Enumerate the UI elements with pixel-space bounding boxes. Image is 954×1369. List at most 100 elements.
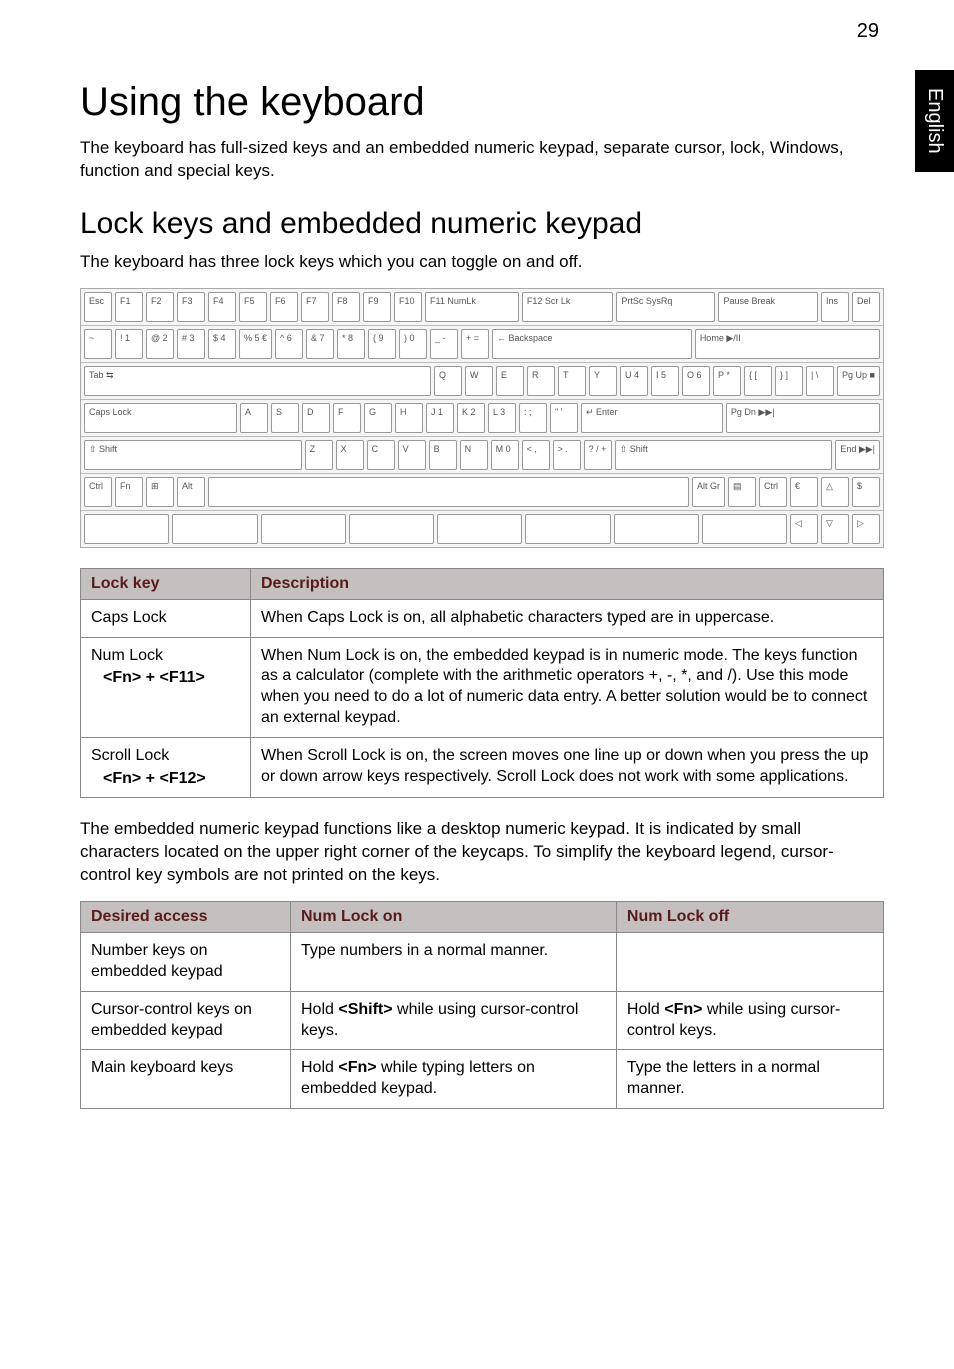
keyboard-key xyxy=(172,514,257,544)
keyboard-key: Ins xyxy=(821,292,849,322)
keyboard-key: PrtSc SysRq xyxy=(616,292,715,322)
keyboard-key: P * xyxy=(713,366,741,396)
keyboard-key: ) 0 xyxy=(399,329,427,359)
table-cell-key: Num Lock<Fn> + <F11> xyxy=(81,637,251,737)
keyboard-key xyxy=(437,514,522,544)
keyboard-key: F12 Scr Lk xyxy=(522,292,614,322)
table-header: Num Lock off xyxy=(616,902,883,933)
keyboard-key: A xyxy=(240,403,268,433)
keyboard-key: F1 xyxy=(115,292,143,322)
lock-keys-table: Lock key Description Caps LockWhen Caps … xyxy=(80,568,884,799)
keyboard-key: ▽ xyxy=(821,514,849,544)
keyboard-key: ↵ Enter xyxy=(581,403,723,433)
keyboard-key: F9 xyxy=(363,292,391,322)
table-cell-desc: When Scroll Lock is on, the screen moves… xyxy=(251,737,884,798)
keyboard-key: # 3 xyxy=(177,329,205,359)
keyboard-key: R xyxy=(527,366,555,396)
keyboard-key: $ xyxy=(852,477,880,507)
language-tab: English xyxy=(915,70,954,172)
keyboard-key xyxy=(208,477,689,507)
keyboard-key: + = xyxy=(461,329,489,359)
keyboard-key: ⇧ Shift xyxy=(84,440,302,470)
keyboard-key: F2 xyxy=(146,292,174,322)
page-title: Using the keyboard xyxy=(80,80,884,125)
keyboard-key xyxy=(525,514,610,544)
keyboard-key: : ; xyxy=(519,403,547,433)
keyboard-key: F7 xyxy=(301,292,329,322)
keyboard-key: E xyxy=(496,366,524,396)
keyboard-key: < , xyxy=(522,440,550,470)
table-header: Desired access xyxy=(81,902,291,933)
keyboard-key: Ctrl xyxy=(759,477,787,507)
keyboard-key xyxy=(84,514,169,544)
keyboard-key: & 7 xyxy=(306,329,334,359)
table-cell: Hold <Fn> while typing letters on embedd… xyxy=(291,1050,617,1109)
table-cell: Hold <Shift> while using cursor-control … xyxy=(291,991,617,1050)
keyboard-key: I 5 xyxy=(651,366,679,396)
keyboard-key: F8 xyxy=(332,292,360,322)
keyboard-key: H xyxy=(395,403,423,433)
table-cell xyxy=(616,933,883,992)
keyboard-key: F11 NumLk xyxy=(425,292,519,322)
keyboard-key: B xyxy=(429,440,457,470)
keyboard-key: % 5 € xyxy=(239,329,272,359)
keyboard-key: F3 xyxy=(177,292,205,322)
keyboard-key: ← Backspace xyxy=(492,329,692,359)
keyboard-key: Pause Break xyxy=(718,292,818,322)
table-cell-desc: When Num Lock is on, the embedded keypad… xyxy=(251,637,884,737)
keyboard-key: Tab ⇆ xyxy=(84,366,431,396)
keyboard-diagram: EscF1F2F3F4F5F6F7F8F9F10F11 NumLkF12 Scr… xyxy=(80,288,884,548)
keyboard-key xyxy=(614,514,699,544)
keyboard-key: Z xyxy=(305,440,333,470)
table-cell: Hold <Fn> while using cursor-control key… xyxy=(616,991,883,1050)
keyboard-key: > . xyxy=(553,440,581,470)
keyboard-key: M 0 xyxy=(491,440,519,470)
keyboard-key: ▤ xyxy=(728,477,756,507)
keyboard-key: D xyxy=(302,403,330,433)
keyboard-key: Pg Dn ▶▶| xyxy=(726,403,880,433)
table-cell: Number keys on embedded keypad xyxy=(81,933,291,992)
keyboard-key: ( 9 xyxy=(368,329,396,359)
keyboard-key: F xyxy=(333,403,361,433)
table-cell-key: Caps Lock xyxy=(81,599,251,637)
keyboard-key: T xyxy=(558,366,586,396)
keyboard-key: Esc xyxy=(84,292,112,322)
keyboard-key: Y xyxy=(589,366,617,396)
keyboard-key: L 3 xyxy=(488,403,516,433)
keyboard-key: * 8 xyxy=(337,329,365,359)
keyboard-key: F6 xyxy=(270,292,298,322)
keyboard-key: Home ▶/II xyxy=(695,329,880,359)
mid-paragraph: The embedded numeric keypad functions li… xyxy=(80,818,884,887)
keyboard-key: ⊞ xyxy=(146,477,174,507)
keyboard-key: | \ xyxy=(806,366,834,396)
keyboard-key: O 6 xyxy=(682,366,710,396)
keyboard-key: € xyxy=(790,477,818,507)
keyboard-key: Alt xyxy=(177,477,205,507)
keyboard-key: @ 2 xyxy=(146,329,174,359)
table-cell-desc: When Caps Lock is on, all alphabetic cha… xyxy=(251,599,884,637)
keyboard-key: " ' xyxy=(550,403,578,433)
keyboard-key xyxy=(702,514,787,544)
keyboard-key: F4 xyxy=(208,292,236,322)
access-table: Desired access Num Lock on Num Lock off … xyxy=(80,901,884,1109)
intro-paragraph: The keyboard has full-sized keys and an … xyxy=(80,137,884,183)
keyboard-key: F5 xyxy=(239,292,267,322)
keyboard-key: $ 4 xyxy=(208,329,236,359)
keyboard-key: ! 1 xyxy=(115,329,143,359)
keyboard-key: C xyxy=(367,440,395,470)
keyboard-key xyxy=(349,514,434,544)
keyboard-key: ◁ xyxy=(790,514,818,544)
keyboard-key: ^ 6 xyxy=(275,329,303,359)
keyboard-key: } ] xyxy=(775,366,803,396)
keyboard-key: ⇧ Shift xyxy=(615,440,833,470)
section-title: Lock keys and embedded numeric keypad xyxy=(80,207,884,241)
keyboard-key: Del xyxy=(852,292,880,322)
keyboard-key: Pg Up ■ xyxy=(837,366,880,396)
keyboard-key: Q xyxy=(434,366,462,396)
keyboard-key: S xyxy=(271,403,299,433)
keyboard-key: N xyxy=(460,440,488,470)
section-intro: The keyboard has three lock keys which y… xyxy=(80,251,884,274)
table-cell: Cursor-control keys on embedded keypad xyxy=(81,991,291,1050)
keyboard-key: { [ xyxy=(744,366,772,396)
table-cell: Type numbers in a normal manner. xyxy=(291,933,617,992)
